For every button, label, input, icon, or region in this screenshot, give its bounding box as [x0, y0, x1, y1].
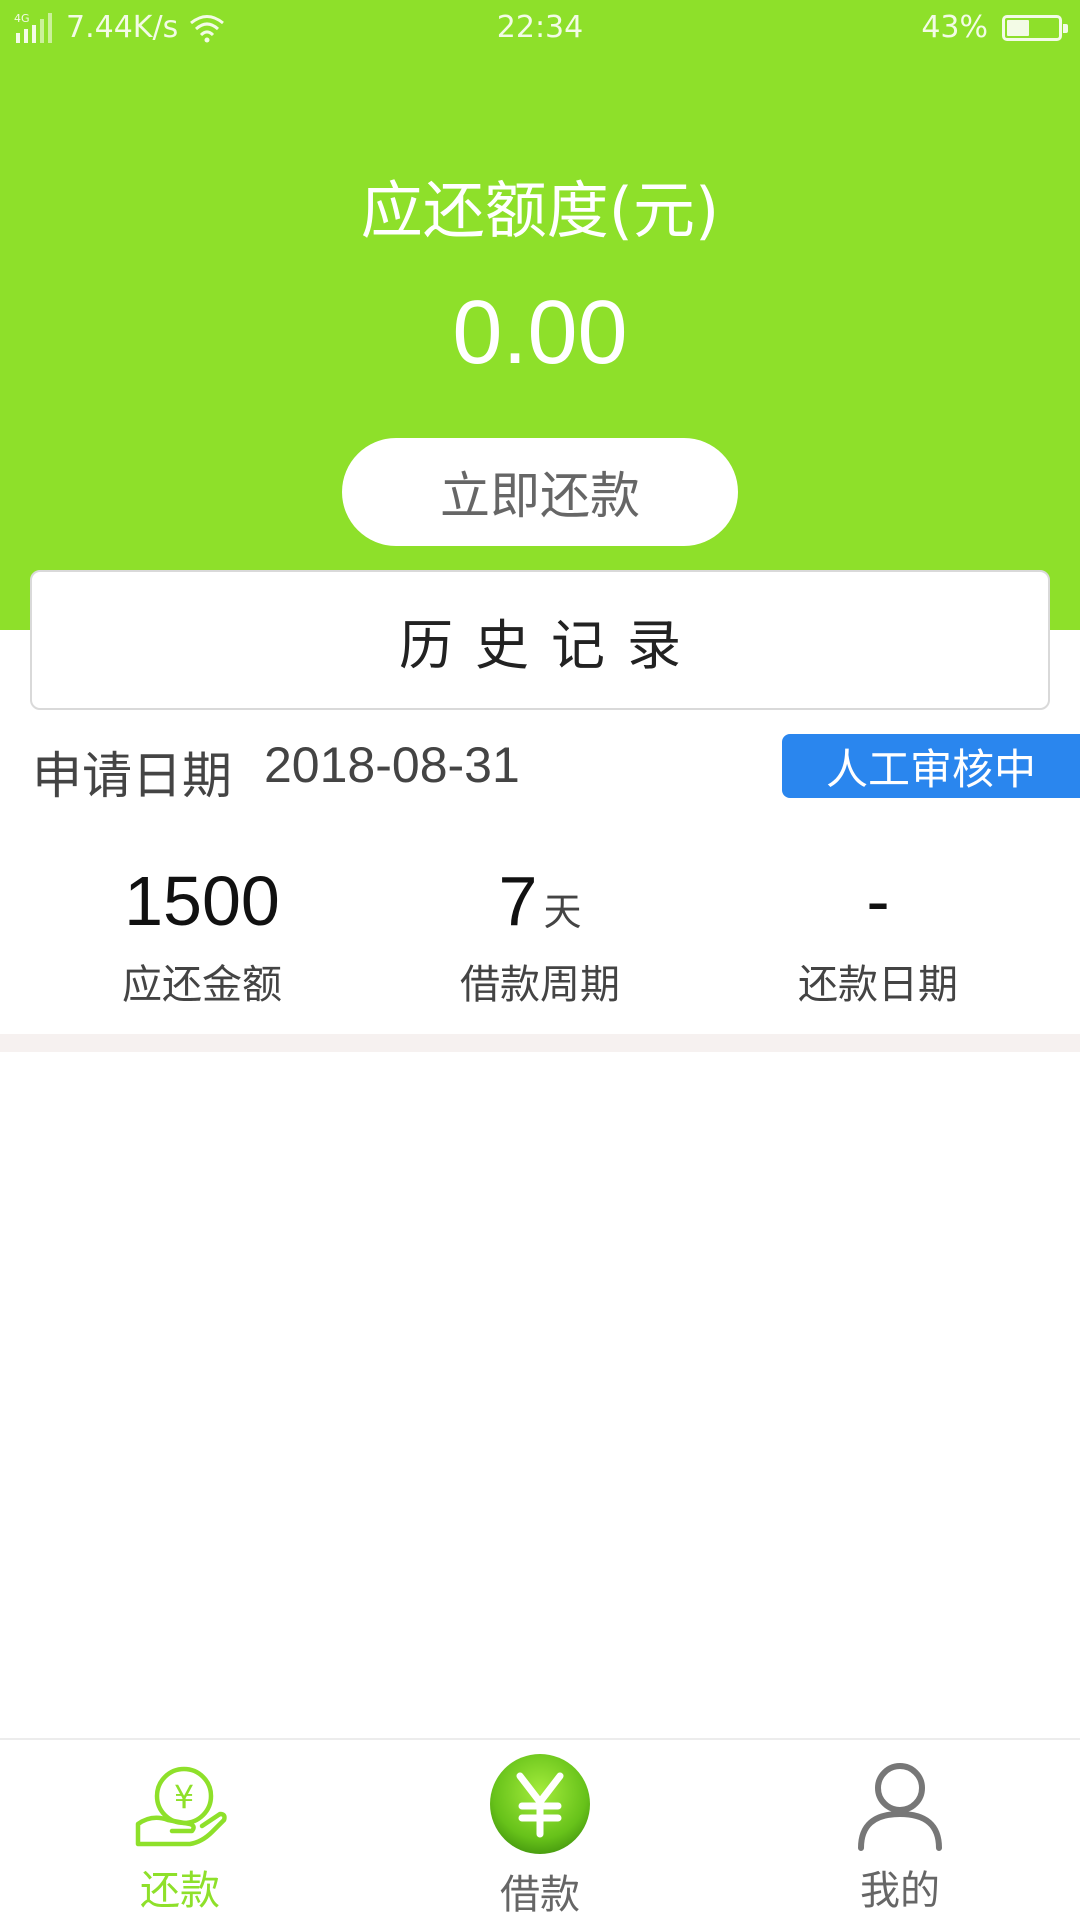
tab-label: 还款: [140, 1868, 220, 1914]
battery-icon: [1002, 14, 1068, 41]
tab-mine[interactable]: 我的: [720, 1740, 1080, 1920]
hand-yuan-icon: ¥: [135, 1766, 227, 1847]
status-right: 43%: [921, 10, 1068, 45]
tab-label: 借款: [500, 1872, 580, 1918]
review-status-badge: 人工审核中: [782, 734, 1080, 798]
stat-label: 还款日期: [798, 962, 958, 1008]
stat-value: 7: [498, 862, 538, 940]
apply-date-label: 申请日期: [32, 747, 232, 805]
yuan-coin-icon: [490, 1754, 590, 1854]
stat-value: 1500: [124, 862, 280, 940]
tab-repay[interactable]: ¥ 还款: [0, 1740, 360, 1920]
header-banner: 4G 7.44K/s 22:34 43% 应还额度(元) 0.00 立即还款: [0, 0, 1080, 630]
due-amount-title: 应还额度(元): [360, 174, 720, 247]
bottom-tab-bar: ¥ 还款 借款 我的: [0, 1738, 1080, 1920]
status-time: 22:34: [496, 10, 584, 45]
stat-value: -: [866, 862, 890, 940]
apply-date-row: 申请日期 2018-08-31: [32, 736, 520, 808]
stat-label: 应还金额: [122, 962, 282, 1008]
history-title: 历史记录: [399, 613, 703, 677]
tab-label: 我的: [860, 1868, 940, 1914]
stat-loan-period: 7天 借款周期: [360, 860, 720, 1010]
repay-now-button[interactable]: 立即还款: [342, 438, 738, 546]
stat-repay-amount: 1500 应还金额: [22, 860, 382, 1010]
status-bar: 4G 7.44K/s 22:34 43%: [0, 0, 1080, 56]
apply-date-value: 2018-08-31: [264, 737, 520, 793]
history-card: 历史记录: [30, 570, 1050, 710]
section-divider: [0, 1034, 1080, 1052]
tab-borrow[interactable]: 借款: [360, 1740, 720, 1920]
due-amount-value: 0.00: [452, 283, 628, 383]
stat-label: 借款周期: [460, 962, 620, 1008]
stat-unit: 天: [543, 890, 582, 934]
user-icon: [858, 1763, 942, 1851]
stat-repay-date: - 还款日期: [698, 860, 1058, 1010]
svg-text:¥: ¥: [174, 1778, 194, 1816]
battery-fill: [1007, 19, 1029, 36]
loan-stats: 1500 应还金额 7天 借款周期 - 还款日期: [0, 860, 1080, 1010]
battery-percent: 43%: [921, 10, 988, 45]
